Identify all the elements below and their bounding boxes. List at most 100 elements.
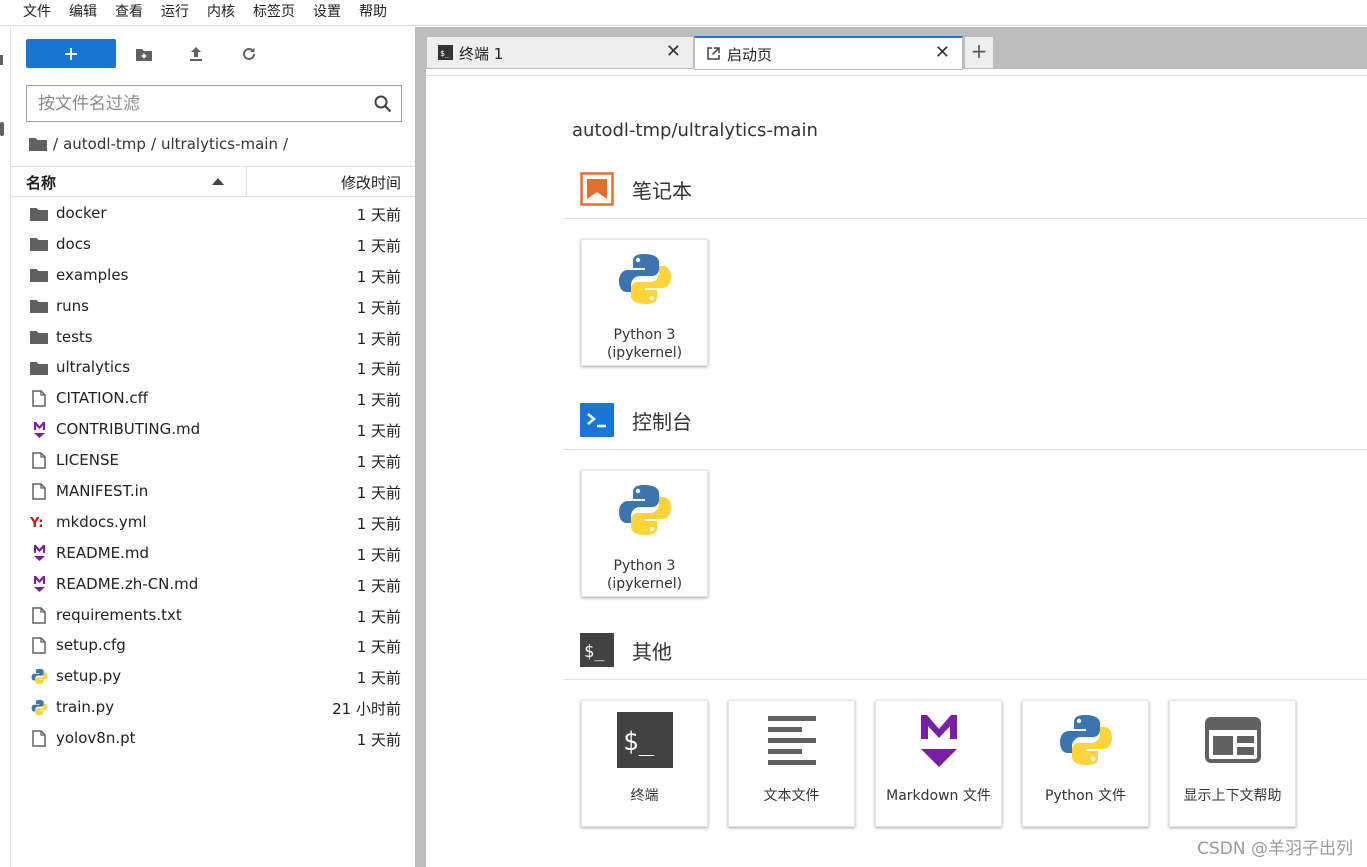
file-name: docs [56, 234, 91, 253]
text-file-card[interactable]: 文本文件 [728, 700, 855, 827]
file-modified: 1 天前 [356, 422, 401, 441]
menu-settings[interactable]: 设置 [304, 0, 350, 26]
card-label: 显示上下文帮助 [1183, 788, 1282, 804]
file-icon [30, 452, 48, 469]
file-row[interactable]: setup.cfg 1 天前 [11, 630, 415, 661]
python-file-card[interactable]: Python 文件 [1022, 700, 1149, 827]
section-title-notebook: 笔记本 [632, 178, 692, 203]
card-label-line2: (ipykernel) [606, 576, 683, 592]
close-icon[interactable]: ✕ [666, 43, 681, 61]
new-launcher-button[interactable] [26, 39, 116, 68]
watermark: CSDN @羊羽子出列 [1197, 839, 1353, 859]
terminal-icon: $_ [438, 45, 453, 60]
file-name: ultralytics [56, 358, 131, 377]
file-browser-toolbar [11, 27, 415, 79]
context-help-card[interactable]: 显示上下文帮助 [1169, 700, 1296, 827]
terminal-card[interactable]: $_ 终端 [581, 700, 708, 827]
close-icon[interactable]: ✕ [935, 44, 950, 62]
menu-bar: 文件 编辑 查看 运行 内核 标签页 设置 帮助 [0, 0, 1367, 26]
launcher-current-directory: autodl-tmp/ultralytics-main [572, 120, 818, 141]
column-separator[interactable] [246, 167, 247, 197]
file-modified: 1 天前 [356, 607, 401, 626]
notebook-python3-card[interactable]: Python 3 (ipykernel) [581, 239, 708, 366]
file-icon [30, 606, 48, 624]
markdown-icon [30, 545, 48, 562]
file-row[interactable]: README.md 1 天前 [11, 538, 415, 569]
file-row[interactable]: docker 1 天前 [11, 198, 415, 229]
menu-run[interactable]: 运行 [152, 0, 198, 26]
folder-icon[interactable] [29, 137, 47, 151]
file-row[interactable]: README.zh-CN.md 1 天前 [11, 569, 415, 600]
refresh-button[interactable] [238, 43, 260, 65]
panel-splitter[interactable] [415, 27, 426, 867]
section-title-other: 其他 [632, 639, 672, 664]
card-label: Markdown 文件 [886, 788, 991, 804]
add-tab-button[interactable]: + [964, 36, 994, 69]
tab-label: 启动页 [727, 46, 773, 64]
file-row[interactable]: requirements.txt 1 天前 [11, 600, 415, 631]
file-modified: 1 天前 [356, 484, 401, 503]
activity-tab-marker[interactable] [0, 122, 4, 136]
console-python3-card[interactable]: Python 3 (ipykernel) [581, 470, 708, 597]
section-title-console: 控制台 [632, 409, 692, 434]
file-modified: 1 天前 [356, 206, 401, 224]
file-filter-box [26, 85, 402, 122]
file-icon [30, 483, 48, 500]
file-icon [30, 637, 48, 655]
file-row[interactable]: train.py 21 小时前 [11, 692, 415, 723]
python-icon [1057, 711, 1115, 769]
listing-header: 名称 修改时间 [11, 166, 415, 197]
tab-launcher[interactable]: 启动页 ✕ [694, 36, 963, 70]
folder-icon [30, 359, 48, 376]
main-dock-area: $_ 终端 1 ✕ 启动页 ✕ + autodl-tmp/ultralytics… [426, 27, 1367, 867]
file-filter-input[interactable] [38, 93, 358, 114]
tab-bar: $_ 终端 1 ✕ 启动页 ✕ + [426, 27, 1367, 70]
menu-edit[interactable]: 编辑 [60, 0, 106, 26]
file-row[interactable]: CONTRIBUTING.md 1 天前 [11, 414, 415, 445]
new-folder-button[interactable] [133, 43, 155, 65]
column-header-name[interactable]: 名称 [26, 172, 56, 193]
markdown-file-card[interactable]: Markdown 文件 [875, 700, 1002, 827]
file-row[interactable]: CITATION.cff 1 天前 [11, 383, 415, 414]
upload-icon [190, 47, 202, 61]
section-notebook-header: 笔记本 [580, 172, 692, 206]
upload-button[interactable] [185, 43, 207, 65]
file-row[interactable]: setup.py 1 天前 [11, 661, 415, 692]
text-file-icon [763, 711, 821, 769]
search-icon [374, 95, 392, 113]
file-row[interactable]: runs 1 天前 [11, 291, 415, 322]
breadcrumb-item-autodl-tmp[interactable]: autodl-tmp [63, 135, 146, 153]
sort-ascending-icon[interactable] [212, 178, 224, 185]
file-row[interactable]: LICENSE 1 天前 [11, 445, 415, 476]
file-row[interactable]: docs 1 天前 [11, 229, 415, 260]
file-row[interactable]: yolov8n.pt 1 天前 [11, 723, 415, 754]
menu-help[interactable]: 帮助 [350, 0, 396, 26]
column-header-modified[interactable]: 修改时间 [341, 172, 401, 193]
terminal-icon: $_ [580, 633, 614, 667]
tab-terminal-1[interactable]: $_ 终端 1 ✕ [426, 36, 694, 69]
activity-tab-marker[interactable] [0, 55, 3, 65]
file-row[interactable]: examples 1 天前 [11, 260, 415, 291]
new-folder-icon [136, 48, 152, 61]
breadcrumb-item-ultralytics-main[interactable]: ultralytics-main [161, 135, 278, 153]
menu-file[interactable]: 文件 [14, 0, 60, 26]
markdown-icon [30, 576, 48, 593]
terminal-icon: $_ [616, 711, 674, 769]
file-modified: 1 天前 [356, 360, 401, 379]
menu-kernel[interactable]: 内核 [198, 0, 244, 26]
breadcrumb: / autodl-tmp / ultralytics-main / [29, 133, 293, 155]
notebook-icon [580, 172, 614, 206]
file-row[interactable]: MANIFEST.in 1 天前 [11, 476, 415, 507]
menu-view[interactable]: 查看 [106, 0, 152, 26]
card-label: Python 3 (ipykernel) [582, 326, 707, 362]
file-row[interactable]: ultralytics 1 天前 [11, 352, 415, 383]
folder-icon [30, 236, 48, 253]
menu-tabs[interactable]: 标签页 [244, 0, 304, 26]
file-row[interactable]: tests 1 天前 [11, 322, 415, 353]
file-modified: 21 小时前 [332, 700, 401, 719]
file-icon [30, 390, 48, 408]
markdown-icon [30, 421, 48, 438]
launcher-panel: autodl-tmp/ultralytics-main 笔记本 Python 3 [426, 76, 1367, 867]
svg-text:$_: $_ [440, 49, 450, 58]
file-row[interactable]: Y: mkdocs.yml 1 天前 [11, 507, 415, 538]
